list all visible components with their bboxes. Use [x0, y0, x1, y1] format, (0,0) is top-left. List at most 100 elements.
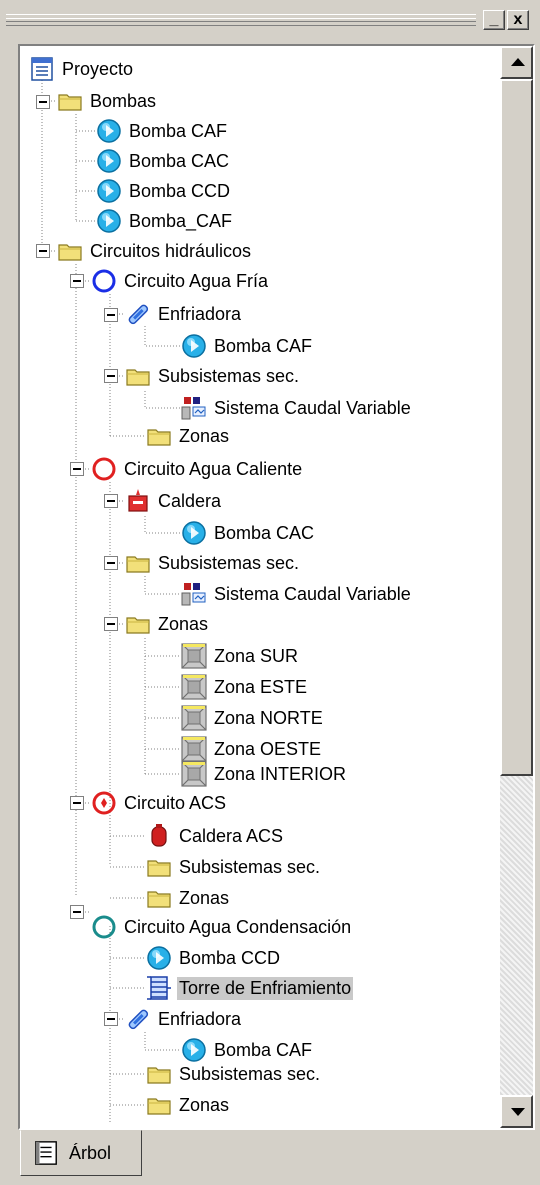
collapse-toggle-caldera[interactable]	[104, 494, 118, 508]
circuit-hot-icon	[90, 455, 118, 483]
tree-node-bomba-ccd[interactable]: Bomba CCD	[95, 176, 232, 206]
tree-node-zona-norte[interactable]: Zona NORTE	[180, 703, 325, 733]
tree-node-proyecto[interactable]: Proyecto	[28, 54, 135, 84]
collapse-toggle-zonas[interactable]	[104, 617, 118, 631]
tree-node-subsistemas-4[interactable]: Subsistemas sec.	[145, 1059, 322, 1089]
tree-node-zona-este[interactable]: Zona ESTE	[180, 672, 309, 702]
tree-node-circuito-agua-fria[interactable]: Circuito Agua Fría	[90, 266, 270, 296]
tree-node-bomba-caf-2[interactable]: Bomba_CAF	[95, 206, 234, 236]
vertical-scrollbar[interactable]	[500, 46, 533, 1128]
tree-node-caldera-acs[interactable]: Caldera ACS	[145, 821, 285, 851]
collapse-toggle-enfriadora[interactable]	[104, 308, 118, 322]
node-label: Zonas	[179, 425, 230, 446]
circuit-condensation-icon	[90, 913, 118, 941]
tree-node-subsistemas-2[interactable]: Subsistemas sec.	[124, 548, 301, 578]
tab-arbol[interactable]: Árbol	[20, 1130, 142, 1176]
folder-icon	[124, 610, 152, 638]
tree-node-bomba-cac-caldera[interactable]: Bomba CAC	[180, 518, 316, 548]
tree-node-sistema-caudal-variable[interactable]: Sistema Caudal Variable	[180, 393, 413, 423]
node-label: Subsistemas sec.	[158, 552, 300, 573]
folder-icon	[145, 422, 173, 450]
minimize-button[interactable]: _	[483, 10, 505, 30]
folder-icon	[56, 87, 84, 115]
folder-icon	[145, 853, 173, 881]
node-label: Sistema Caudal Variable	[214, 397, 411, 418]
tree-node-bombas[interactable]: Bombas	[56, 86, 158, 116]
tree-node-zonas[interactable]: Zonas	[145, 421, 231, 451]
tree-node-subsistemas-3[interactable]: Subsistemas sec.	[145, 852, 322, 882]
project-tree: Proyecto Bombas Bomba CAF Bomba CAC Bomb…	[20, 46, 496, 1128]
tree-node-circuito-agua-condensacion[interactable]: Circuito Agua Condensación	[90, 912, 353, 942]
collapse-toggle-bombas[interactable]	[36, 95, 50, 109]
collapse-toggle-circuitos[interactable]	[36, 244, 50, 258]
circuit-cold-icon	[90, 267, 118, 295]
tree-node-bomba-cac[interactable]: Bomba CAC	[95, 146, 231, 176]
zone-icon	[180, 673, 208, 701]
tree-node-zonas-3[interactable]: Zonas	[145, 883, 231, 913]
tree-node-subsistemas[interactable]: Subsistemas sec.	[124, 361, 301, 391]
node-label: Bomba CAF	[129, 120, 228, 141]
tree-node-caldera[interactable]: Caldera	[124, 486, 223, 516]
tree-node-circuitos[interactable]: Circuitos hidráulicos	[56, 236, 253, 266]
collapse-toggle-circuito-acs[interactable]	[70, 796, 84, 810]
node-label: Zona INTERIOR	[214, 763, 347, 784]
collapse-toggle-enfriadora-2[interactable]	[104, 1012, 118, 1026]
collapse-toggle-circuito-condensacion[interactable]	[70, 905, 84, 919]
pump-icon	[180, 332, 208, 360]
pump-icon	[145, 944, 173, 972]
tree-node-bomba-caf[interactable]: Bomba CAF	[95, 116, 229, 146]
collapse-toggle-subsistemas-2[interactable]	[104, 556, 118, 570]
folder-icon	[145, 1091, 173, 1119]
node-label: Zona SUR	[214, 645, 299, 666]
boiler-icon	[124, 487, 152, 515]
folder-icon	[145, 1060, 173, 1088]
chiller-icon	[124, 1005, 152, 1033]
node-label: Sistema Caudal Variable	[214, 583, 411, 604]
variable-flow-system-icon	[180, 394, 208, 422]
node-label: Proyecto	[62, 58, 134, 79]
panel-titlebar: _ x	[0, 0, 540, 38]
folder-icon	[56, 237, 84, 265]
node-label: Zonas	[158, 613, 209, 634]
node-label: Zona ESTE	[214, 676, 308, 697]
node-label: Caldera ACS	[179, 825, 284, 846]
scroll-up-button[interactable]	[500, 46, 533, 79]
node-label: Bomba CAC	[129, 150, 230, 171]
folder-icon	[124, 362, 152, 390]
tree-node-torre-de-enfriamiento[interactable]: Torre de Enfriamiento	[145, 973, 354, 1003]
scroll-down-button[interactable]	[500, 1095, 533, 1128]
collapse-toggle-subsistemas[interactable]	[104, 369, 118, 383]
pump-icon	[95, 207, 123, 235]
close-button[interactable]: x	[507, 10, 529, 30]
tree-node-zona-interior[interactable]: Zona INTERIOR	[180, 759, 348, 789]
tree-node-enfriadora-2[interactable]: Enfriadora	[124, 1004, 243, 1034]
tree-node-zonas-2[interactable]: Zonas	[124, 609, 210, 639]
collapse-toggle-circuito-agua-caliente[interactable]	[70, 462, 84, 476]
folder-icon	[124, 549, 152, 577]
tree-node-sistema-caudal-variable-2[interactable]: Sistema Caudal Variable	[180, 579, 413, 609]
tree-panel: Proyecto Bombas Bomba CAF Bomba CAC Bomb…	[18, 44, 535, 1130]
tab-bar: Árbol	[0, 1130, 540, 1185]
tree-node-bomba-caf-enfriadora[interactable]: Bomba CAF	[180, 331, 314, 361]
chiller-icon	[124, 300, 152, 328]
node-label: Bombas	[90, 90, 157, 111]
node-label: Subsistemas sec.	[179, 1063, 321, 1084]
cooling-tower-icon	[145, 974, 173, 1002]
tree-tab-icon	[33, 1140, 59, 1166]
tree-node-circuito-agua-caliente[interactable]: Circuito Agua Caliente	[90, 454, 304, 484]
node-label: Zonas	[179, 1094, 230, 1115]
boiler-icon	[145, 822, 173, 850]
tree-node-zonas-4[interactable]: Zonas	[145, 1090, 231, 1120]
scroll-thumb[interactable]	[500, 79, 533, 776]
collapse-toggle-circuito-agua-fria[interactable]	[70, 274, 84, 288]
tree-node-bomba-ccd-2[interactable]: Bomba CCD	[145, 943, 282, 973]
node-label: Circuito Agua Condensación	[124, 916, 352, 937]
node-label: Zona OESTE	[214, 738, 322, 759]
tree-node-enfriadora[interactable]: Enfriadora	[124, 299, 243, 329]
folder-icon	[145, 884, 173, 912]
zone-icon	[180, 642, 208, 670]
titlebar-grip[interactable]	[6, 14, 476, 26]
node-label: Subsistemas sec.	[158, 365, 300, 386]
tree-node-zona-sur[interactable]: Zona SUR	[180, 641, 300, 671]
tree-node-circuito-acs[interactable]: Circuito ACS	[90, 788, 228, 818]
